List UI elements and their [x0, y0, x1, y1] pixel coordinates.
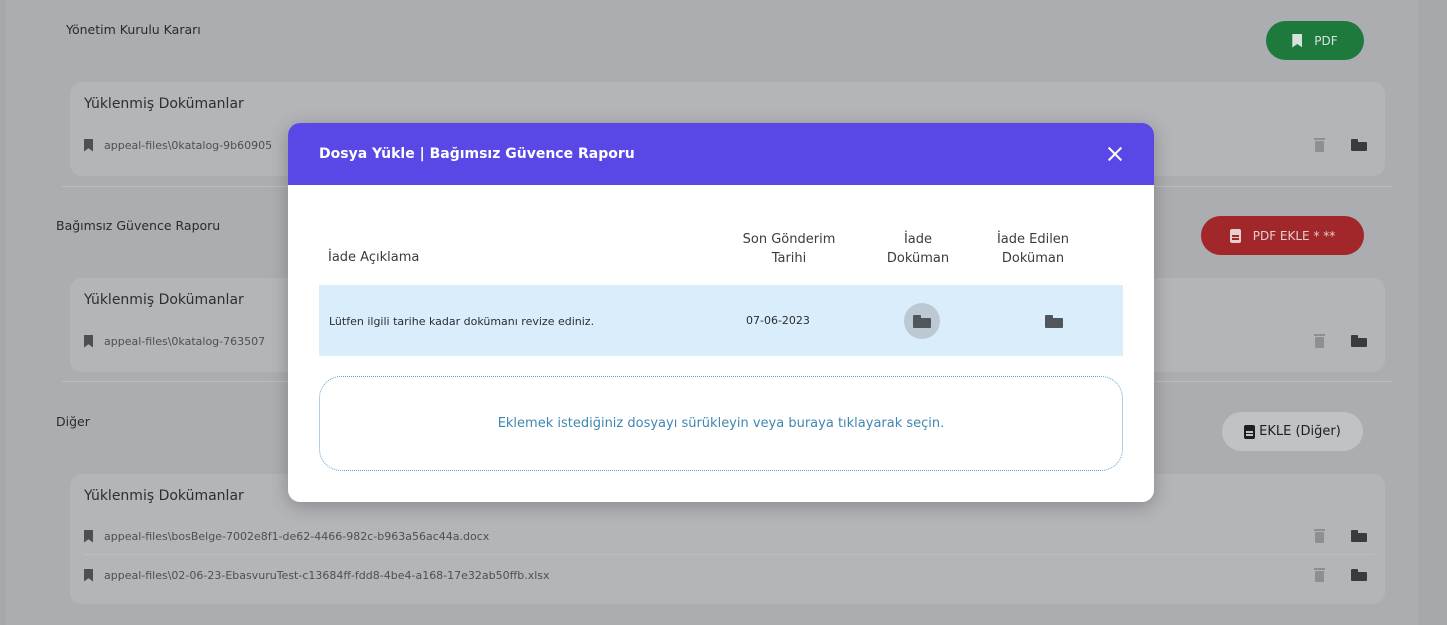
trash-icon[interactable] [1314, 138, 1325, 152]
upload-modal: Dosya Yükle | Bağımsız Güvence Raporu İa… [288, 123, 1154, 502]
trash-icon[interactable] [1314, 568, 1325, 582]
col-header-iade-dokuman: İade Doküman [873, 230, 963, 268]
ekle-diger-button-label: EKLE (Diğer) [1259, 424, 1341, 439]
folder-icon[interactable] [1351, 530, 1367, 542]
table-row: Lütfen ilgili tarihe kadar dokümanı revi… [319, 285, 1123, 356]
folder-icon [1045, 315, 1063, 328]
col-header-iade-edilen: İade Edilen Doküman [985, 230, 1081, 268]
col-header-aciklama: İade Açıklama [328, 250, 420, 265]
file-dropzone[interactable]: Eklemek istediğiniz dosyayı sürükleyin v… [319, 376, 1123, 471]
card-title: Yüklenmiş Dokümanlar [84, 488, 244, 504]
card-title: Yüklenmiş Dokümanlar [84, 292, 244, 308]
col-header-line: İade [903, 232, 933, 247]
section-title-diger: Diğer [56, 414, 90, 429]
file-name: appeal-files\bosBelge-7002e8f1-de62-4466… [104, 529, 490, 543]
col-header-line: İade Edilen [996, 232, 1070, 247]
dropzone-text: Eklemek istediğiniz dosyayı sürükleyin v… [497, 416, 945, 431]
bookmark-icon [84, 334, 93, 348]
card-title: Yüklenmiş Dokümanlar [84, 96, 244, 112]
file-row[interactable]: appeal-files\0katalog-9b60905 [84, 134, 272, 156]
pdf-button[interactable]: PDF [1266, 21, 1364, 60]
row-aciklama: Lütfen ilgili tarihe kadar dokümanı revi… [329, 315, 595, 328]
file-name: appeal-files\0katalog-763507 [104, 334, 266, 348]
row-actions [1314, 529, 1367, 543]
bookmark-icon [84, 568, 93, 582]
trash-icon[interactable] [1314, 334, 1325, 348]
file-name: appeal-files\0katalog-9b60905 [104, 138, 273, 152]
ekle-diger-button[interactable]: EKLE (Diğer) [1222, 412, 1363, 451]
modal-header: Dosya Yükle | Bağımsız Güvence Raporu [288, 123, 1154, 185]
folder-icon[interactable] [1351, 569, 1367, 581]
file-row[interactable]: appeal-files\0katalog-763507 [84, 330, 265, 352]
pdf-button-label: PDF [1314, 33, 1338, 48]
document-icon [1244, 424, 1256, 439]
iade-dokuman-button[interactable] [904, 303, 940, 339]
col-header-son-gonderim: Son Gönderim Tarihi [734, 230, 844, 268]
modal-title: Dosya Yükle | Bağımsız Güvence Raporu [319, 146, 635, 162]
row-actions [1314, 138, 1367, 152]
folder-icon[interactable] [1351, 335, 1367, 347]
document-icon [1229, 228, 1241, 243]
col-header-line: Tarihi [771, 251, 807, 266]
row-actions [1314, 334, 1367, 348]
pdf-ekle-button-label: PDF EKLE * ** [1252, 228, 1336, 243]
folder-icon [913, 314, 931, 328]
file-name: appeal-files\02-06-23-EbasvuruTest-c1368… [104, 568, 550, 582]
file-row[interactable]: appeal-files\bosBelge-7002e8f1-de62-4466… [84, 525, 489, 547]
bookmark-icon [84, 529, 93, 543]
row-actions [1314, 568, 1367, 582]
close-icon[interactable] [1106, 145, 1124, 163]
bookmark-icon [1292, 33, 1303, 48]
pdf-ekle-button[interactable]: PDF EKLE * ** [1201, 216, 1364, 255]
col-header-line: Son Gönderim [742, 232, 836, 247]
col-header-line: Doküman [886, 251, 950, 266]
row-tarih: 07-06-2023 [746, 314, 810, 327]
col-header-line: Doküman [1001, 251, 1065, 266]
row-separator [84, 554, 1374, 555]
bookmark-icon [84, 138, 93, 152]
file-row[interactable]: appeal-files\02-06-23-EbasvuruTest-c1368… [84, 564, 550, 586]
folder-icon[interactable] [1351, 139, 1367, 151]
iade-edilen-dokuman-button[interactable] [1045, 315, 1063, 328]
trash-icon[interactable] [1314, 529, 1325, 543]
section-title-yonetim: Yönetim Kurulu Kararı [66, 22, 201, 37]
section-title-bagimsiz: Bağımsız Güvence Raporu [56, 218, 221, 233]
